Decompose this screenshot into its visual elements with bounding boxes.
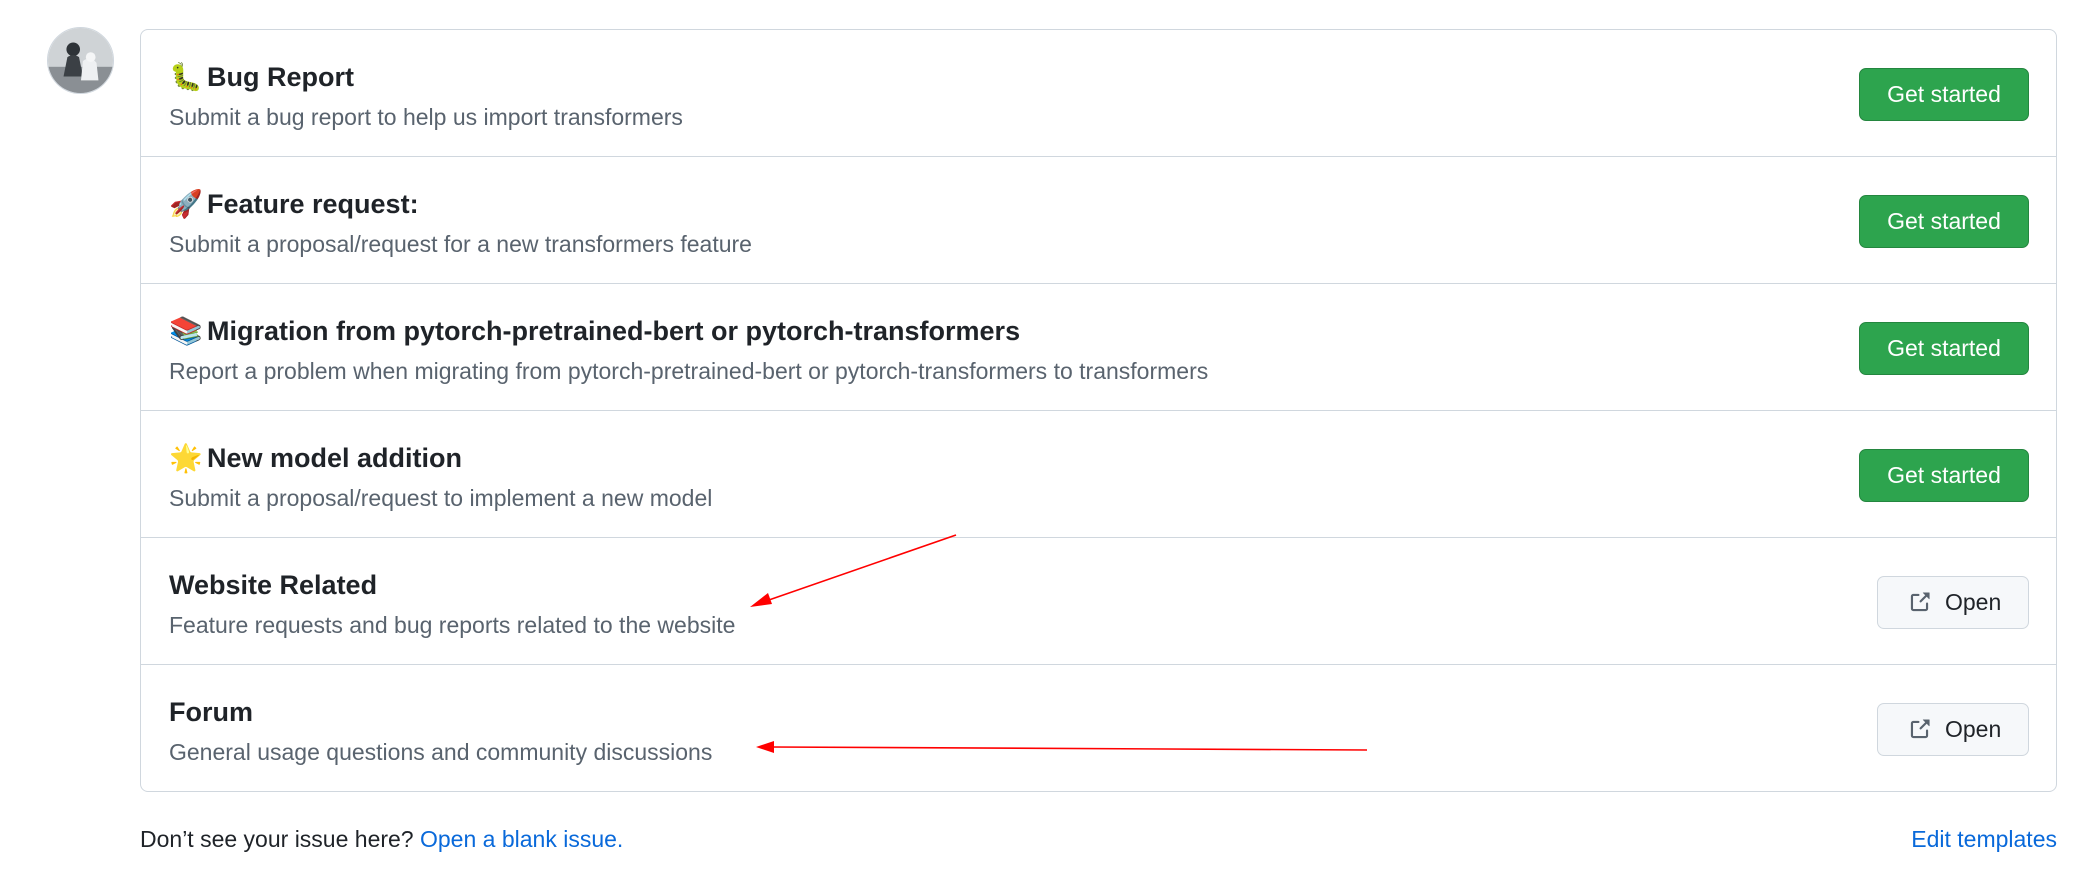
external-link-icon <box>1910 592 1930 612</box>
link-description: Feature requests and bug reports related… <box>169 612 736 638</box>
link-title: Forum <box>169 697 253 727</box>
template-description: Report a problem when migrating from pyt… <box>169 358 1209 384</box>
rocket-icon: 🚀 <box>169 189 203 219</box>
template-feature-request: 🚀 Feature request: Submit a proposal/requ… <box>141 156 2056 283</box>
footer-prompt-text: Don’t see your issue here? <box>140 826 414 852</box>
open-blank-issue-link[interactable]: Open a blank issue. <box>420 826 623 852</box>
bug-icon: 🐛 <box>169 62 203 92</box>
get-started-button[interactable]: Get started <box>1859 322 2029 375</box>
template-description: Submit a proposal/request to implement a… <box>169 485 713 511</box>
get-started-button[interactable]: Get started <box>1859 68 2029 121</box>
get-started-button[interactable]: Get started <box>1859 195 2029 248</box>
link-title: Website Related <box>169 570 378 600</box>
avatar-image <box>48 28 113 93</box>
template-new-model: 🌟 New model addition Submit a proposal/re… <box>141 410 2056 537</box>
issue-template-list: 🐛 Bug Report Submit a bug report to help … <box>140 29 2057 792</box>
open-button[interactable]: Open <box>1877 703 2029 756</box>
template-title-text: Migration from pytorch-pretrained-bert o… <box>207 316 1021 346</box>
external-link-icon <box>1910 719 1930 739</box>
get-started-button[interactable]: Get started <box>1859 449 2029 502</box>
link-website-related: Website Related Feature requests and bug… <box>141 537 2056 664</box>
open-button-label: Open <box>1945 716 2002 742</box>
link-forum: Forum General usage questions and commun… <box>141 664 2056 791</box>
avatar[interactable] <box>47 27 114 94</box>
template-title: 🐛 Bug Report <box>169 60 354 94</box>
template-bug-report: 🐛 Bug Report Submit a bug report to help … <box>141 30 2056 156</box>
template-migration: 📚 Migration from pytorch-pretrained-bert … <box>141 283 2056 410</box>
template-description: Submit a proposal/request for a new tran… <box>169 231 752 257</box>
template-description: Submit a bug report to help us import tr… <box>169 104 683 130</box>
link-description: General usage questions and community di… <box>169 739 713 765</box>
template-title: 📚 Migration from pytorch-pretrained-bert … <box>169 314 1020 348</box>
open-button[interactable]: Open <box>1877 576 2029 629</box>
template-title-text: Feature request: <box>207 189 419 219</box>
footer-prompt: Don’t see your issue here? Open a blank … <box>140 824 623 854</box>
open-button-label: Open <box>1945 589 2002 615</box>
template-title-text: New model addition <box>207 443 463 473</box>
template-title-text: Bug Report <box>207 62 354 92</box>
books-icon: 📚 <box>169 316 203 346</box>
edit-templates-link[interactable]: Edit templates <box>1911 824 2057 854</box>
star-icon: 🌟 <box>169 443 203 473</box>
template-title: 🌟 New model addition <box>169 441 462 475</box>
template-title: 🚀 Feature request: <box>169 187 419 221</box>
